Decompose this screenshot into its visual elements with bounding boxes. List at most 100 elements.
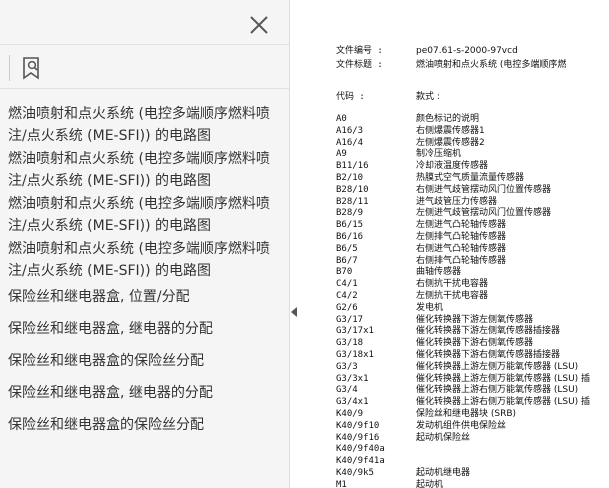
component-description: 催化转换器下游左侧氧传感器 — [416, 314, 534, 325]
component-code: C4/1 — [336, 279, 358, 290]
component-description: 左侧进气歧管摆动风门位置传感器 — [416, 208, 552, 219]
table-row: K40/9f40a — [336, 444, 416, 455]
table-row: M1 起动机 — [336, 480, 443, 488]
toolbar-separator — [9, 55, 10, 81]
toolbar-divider — [0, 88, 289, 89]
table-header: 代码 : 款式 : — [336, 92, 440, 103]
bookmark-item[interactable]: 燃油喷射和点火系统 (电控多端顺序燃料喷注/点火系统 (ME-SFI)) 的电路… — [8, 103, 280, 147]
table-row: K40/9f16 起动机保险丝 — [336, 433, 470, 444]
table-row: G3/18x1 催化转换器下游右侧氧传感器插接器 — [336, 350, 560, 361]
component-description: 起动机保险丝 — [416, 432, 471, 443]
table-row: B2/10 热膜式空气质量流量传感器 — [336, 173, 524, 184]
component-description: 催化转换器上游左侧万能氧传感器 (LSU) — [416, 361, 579, 372]
component-description: 进气歧管压力传感器 — [416, 196, 498, 207]
description-column-header: 款式 : — [416, 92, 440, 102]
component-description: 催化转换器上游右侧万能氧传感器 (LSU) — [416, 385, 579, 396]
component-code: B6/16 — [336, 232, 364, 242]
component-description: 起动机 — [416, 479, 444, 488]
component-description: 右侧排气凸轮轴传感器 — [416, 255, 507, 266]
component-description: 发电机 — [416, 302, 444, 313]
table-row: C4/1 右侧抗干扰电容器 — [336, 279, 488, 290]
table-row: G3/3x1 催化转换器上游左侧万能氧传感器 (LSU) 插 — [336, 374, 590, 385]
component-code: M1 — [336, 479, 347, 488]
component-code: A16/3 — [336, 125, 364, 136]
component-code: B28/9 — [336, 208, 364, 219]
component-code: B28/11 — [336, 196, 369, 207]
bookmark-item[interactable]: 保险丝和继电器盒, 继电器的分配 — [8, 382, 280, 404]
close-icon — [250, 16, 268, 34]
table-row: K40/9 保险丝和继电器块 (SRB) — [336, 409, 516, 420]
component-code: G3/18x1 — [336, 350, 374, 360]
component-description: 右侧进气歧管摆动风门位置传感器 — [416, 184, 552, 195]
collapse-panel-button[interactable] — [289, 300, 299, 324]
triangle-left-icon — [291, 307, 297, 317]
component-description: 左侧排气凸轮轴传感器 — [416, 232, 507, 242]
component-description: 保险丝和继电器块 (SRB) — [416, 409, 517, 419]
file-number-label: 文件编号 : — [336, 46, 383, 56]
component-description: 催化转换器上游右侧万能氧传感器 (LSU) 插 — [416, 397, 591, 408]
table-row: B6/5 右侧进气凸轮轴传感器 — [336, 244, 506, 255]
bookmark-item[interactable]: 燃油喷射和点火系统 (电控多端顺序燃料喷注/点火系统 (ME-SFI)) 的电路… — [8, 238, 280, 282]
bookmark-item[interactable]: 保险丝和继电器盒的保险丝分配 — [8, 414, 280, 436]
component-code: B6/7 — [336, 255, 358, 266]
component-description: 热膜式空气质量流量传感器 — [416, 173, 525, 183]
component-code: A9 — [336, 149, 347, 160]
file-title-value: 燃油喷射和点火系统 (电控多端顺序燃 — [416, 60, 567, 70]
component-code: G3/4x1 — [336, 397, 369, 408]
bookmark-item[interactable]: 燃油喷射和点火系统 (电控多端顺序燃料喷注/点火系统 (ME-SFI)) 的电路… — [8, 148, 280, 192]
table-row: B28/11 进气歧管压力传感器 — [336, 197, 497, 208]
component-code: B2/10 — [336, 173, 364, 183]
close-panel-button[interactable] — [247, 13, 271, 37]
component-code: A0 — [336, 114, 347, 124]
table-row: G3/4 催化转换器上游右侧万能氧传感器 (LSU) — [336, 385, 578, 396]
table-row: K40/9f10 发动机组件供电保险丝 — [336, 421, 506, 432]
table-row: A9 制冷压缩机 — [336, 149, 461, 160]
component-description: 右侧抗干扰电容器 — [416, 279, 489, 290]
component-description: 起动机继电器 — [416, 468, 471, 478]
table-row: B6/7 右侧排气凸轮轴传感器 — [336, 256, 506, 267]
table-row: B6/15 左侧进气凸轮轴传感器 — [336, 220, 506, 231]
table-row: A0 颜色标记的说明 — [336, 114, 479, 125]
component-description: 催化转换器下游右侧氧传感器 — [416, 338, 534, 349]
component-code: B11/16 — [336, 161, 369, 172]
table-row: G3/17 催化转换器下游左侧氧传感器 — [336, 315, 533, 326]
bookmark-item[interactable]: 燃油喷射和点火系统 (电控多端顺序燃料喷注/点火系统 (ME-SFI)) 的电路… — [8, 193, 280, 237]
component-description: 颜色标记的说明 — [416, 114, 480, 124]
bookmarks-panel: 燃油喷射和点火系统 (电控多端顺序燃料喷注/点火系统 (ME-SFI)) 的电路… — [0, 0, 290, 488]
table-row: B11/16 冷却液温度传感器 — [336, 161, 488, 172]
table-row: G2/6 发电机 — [336, 303, 443, 314]
table-row: G3/4x1 催化转换器上游右侧万能氧传感器 (LSU) 插 — [336, 397, 590, 408]
component-code: G3/3x1 — [336, 373, 369, 384]
component-code: K40/9f40a — [336, 444, 385, 455]
component-code: K40/9f41a — [336, 456, 385, 467]
component-code: K40/9f10 — [336, 420, 380, 431]
table-row: C4/2 左侧抗干扰电容器 — [336, 291, 488, 302]
component-description: 催化转换器上游左侧万能氧传感器 (LSU) 插 — [416, 373, 591, 384]
component-code: B70 — [336, 267, 353, 278]
bookmark-search-button[interactable] — [20, 56, 44, 80]
component-description: 左侧抗干扰电容器 — [416, 291, 489, 301]
bookmark-item[interactable]: 保险丝和继电器盒的保险丝分配 — [8, 350, 280, 372]
bookmark-item[interactable]: 保险丝和继电器盒, 位置/分配 — [8, 286, 280, 308]
table-row: A16/4 左侧爆震传感器2 — [336, 138, 485, 149]
component-code: B6/15 — [336, 220, 364, 231]
component-code: G3/4 — [336, 385, 358, 396]
table-row: B28/9 左侧进气歧管摆动风门位置传感器 — [336, 208, 551, 219]
table-row: B70 曲轴传感器 — [336, 267, 461, 278]
file-number-value: pe07.61-s-2000-97vcd — [416, 46, 518, 56]
table-row: G3/3 催化转换器上游左侧万能氧传感器 (LSU) — [336, 362, 578, 373]
component-description: 催化转换器下游左侧氧传感器插接器 — [416, 326, 561, 337]
file-title-line: 文件标题 : 燃油喷射和点火系统 (电控多端顺序燃 — [336, 60, 566, 71]
component-code: B28/10 — [336, 184, 369, 195]
component-description: 右侧进气凸轮轴传感器 — [416, 243, 507, 254]
table-row: G3/18 催化转换器下游右侧氧传感器 — [336, 338, 533, 349]
component-description: 左侧进气凸轮轴传感器 — [416, 220, 507, 231]
component-code: G3/17x1 — [336, 326, 374, 337]
component-description: 右侧爆震传感器1 — [416, 125, 485, 136]
component-code: K40/9f16 — [336, 432, 380, 443]
bookmark-item[interactable]: 保险丝和继电器盒, 继电器的分配 — [8, 318, 280, 340]
component-description: 冷却液温度传感器 — [416, 161, 489, 172]
table-row: B28/10 右侧进气歧管摆动风门位置传感器 — [336, 185, 551, 196]
component-code: C4/2 — [336, 291, 358, 301]
header-divider — [0, 44, 289, 45]
